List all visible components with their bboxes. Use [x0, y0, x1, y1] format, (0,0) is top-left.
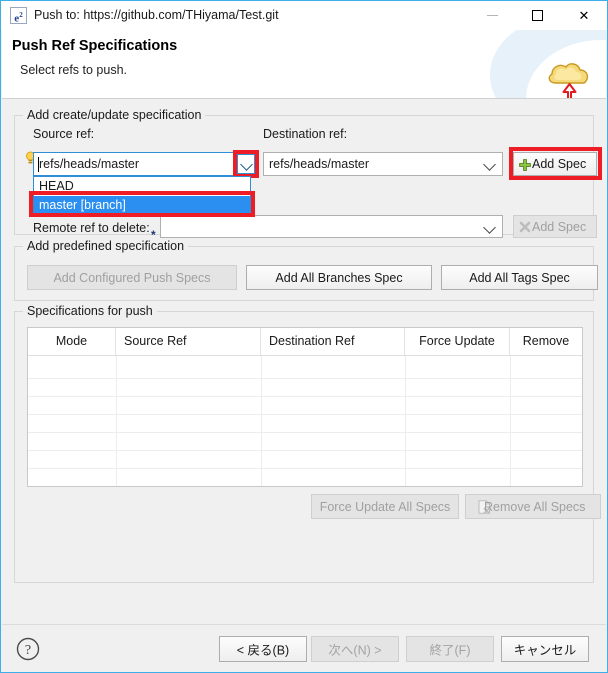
add-all-tags-spec-label: Add All Tags Spec — [469, 270, 570, 285]
add-predefined-group-title: Add predefined specification — [23, 239, 189, 253]
help-icon[interactable]: ? — [16, 637, 40, 661]
add-create-update-group: Add create/update specification Source r… — [14, 108, 602, 242]
dialog-body: Add create/update specification Source r… — [2, 99, 606, 624]
specifications-table[interactable]: Mode Source Ref Destination Ref Force Up… — [27, 327, 583, 487]
force-update-all-specs-label: Force Update All Specs — [319, 499, 451, 514]
window-title: Push to: https://github.com/THiyama/Test… — [34, 8, 279, 22]
remove-all-specs-button[interactable]: Remove All Specs — [465, 494, 601, 519]
table-row-divider — [28, 396, 582, 397]
cancel-button[interactable]: キャンセル — [501, 636, 589, 662]
source-ref-dropdown-list[interactable]: HEAD master [branch] — [33, 176, 251, 215]
table-row-divider — [28, 450, 582, 451]
add-all-tags-spec-button[interactable]: Add All Tags Spec — [441, 265, 598, 290]
svg-text:?: ? — [25, 643, 31, 658]
gray-x-icon — [519, 221, 531, 233]
add-all-branches-spec-label: Add All Branches Spec — [275, 270, 403, 285]
force-update-all-specs-button[interactable]: Force Update All Specs — [311, 494, 459, 519]
finish-button[interactable]: 終了(F) — [406, 636, 494, 662]
dialog-footer: ? < 戻る(B) 次へ(N) > 終了(F) キャンセル — [2, 624, 606, 672]
add-spec-button[interactable]: Add Spec — [513, 152, 597, 176]
maximize-icon — [532, 10, 543, 21]
title-bar: e2 Push to: https://github.com/THiyama/T… — [1, 1, 607, 30]
column-header-source-ref[interactable]: Source Ref — [116, 328, 261, 355]
minimize-icon — [487, 15, 498, 16]
maximize-button[interactable] — [515, 1, 561, 30]
destination-ref-combo[interactable]: refs/heads/master — [263, 152, 503, 176]
page-title: Push Ref Specifications — [12, 38, 178, 54]
source-ref-label: Source ref: — [33, 127, 95, 141]
minimize-button[interactable] — [469, 1, 515, 30]
dropdown-item-master-branch[interactable]: master [branch] — [34, 196, 250, 215]
dialog-header: Push Ref Specifications Select refs to p… — [2, 30, 606, 99]
chevron-down-icon — [483, 158, 496, 171]
back-button-label: < 戻る(B) — [236, 643, 290, 658]
eclipse-icon-sup: 2 — [19, 11, 23, 19]
column-header-remove[interactable]: Remove — [510, 328, 582, 355]
finish-button-label: 終了(F) — [429, 643, 471, 658]
destination-ref-value: refs/heads/master — [269, 157, 370, 171]
remote-ref-dropdown-arrow[interactable] — [482, 220, 498, 234]
delete-spec-button[interactable]: Add Spec — [513, 215, 597, 238]
page-subtitle: Select refs to push. — [20, 63, 128, 77]
remote-ref-to-delete-combo[interactable] — [160, 215, 503, 238]
cloud-push-icon — [548, 63, 589, 98]
source-ref-combo[interactable]: refs/heads/master — [33, 152, 251, 176]
eclipse-icon: e2 — [10, 7, 27, 25]
push-ref-specifications-dialog: e2 Push to: https://github.com/THiyama/T… — [0, 0, 608, 673]
table-row-divider — [28, 432, 582, 433]
table-row-divider — [28, 468, 582, 469]
destination-ref-dropdown-arrow[interactable] — [482, 157, 498, 171]
dropdown-item-head[interactable]: HEAD — [34, 177, 250, 196]
column-header-destination-ref[interactable]: Destination Ref — [261, 328, 405, 355]
add-all-branches-spec-button[interactable]: Add All Branches Spec — [246, 265, 432, 290]
column-header-mode[interactable]: Mode — [28, 328, 116, 355]
add-configured-push-specs-button[interactable]: Add Configured Push Specs — [27, 265, 237, 290]
remote-ref-to-delete-label: Remote ref to delete: — [33, 221, 150, 235]
table-row-divider — [28, 414, 582, 415]
column-header-force-update[interactable]: Force Update — [405, 328, 510, 355]
source-ref-value: refs/heads/master — [39, 157, 140, 171]
table-row-divider — [28, 378, 582, 379]
specifications-for-push-group-title: Specifications for push — [23, 304, 157, 318]
next-button-label: 次へ(N) > — [328, 643, 382, 658]
next-button[interactable]: 次へ(N) > — [311, 636, 399, 662]
add-create-update-group-title: Add create/update specification — [23, 108, 206, 122]
delete-spec-button-label: Add Spec — [532, 219, 587, 234]
remove-all-specs-label: Remove All Specs — [484, 499, 586, 514]
source-ref-arrow-annotation — [233, 150, 259, 178]
green-plus-icon — [519, 159, 531, 171]
chevron-down-icon — [483, 220, 496, 234]
table-header-row: Mode Source Ref Destination Ref Force Up… — [28, 328, 582, 356]
destination-ref-label: Destination ref: — [263, 127, 348, 141]
cancel-button-label: キャンセル — [513, 643, 577, 658]
back-button[interactable]: < 戻る(B) — [219, 636, 307, 662]
add-configured-push-specs-label: Add Configured Push Specs — [53, 270, 211, 285]
add-predefined-group: Add predefined specification Add Configu… — [14, 239, 598, 301]
close-button[interactable]: ✕ — [561, 1, 607, 30]
close-icon: ✕ — [578, 8, 590, 23]
add-spec-button-label: Add Spec — [532, 157, 587, 171]
specifications-for-push-group: Specifications for push Mode Source Ref … — [14, 304, 601, 583]
